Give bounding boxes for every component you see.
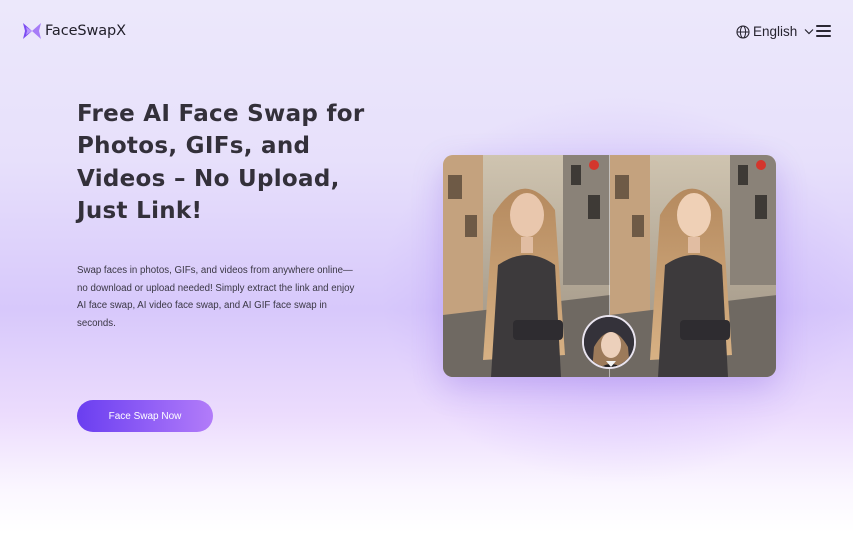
chevron-down-icon <box>804 29 814 35</box>
butterfly-logo-icon <box>23 23 41 39</box>
hamburger-menu-icon[interactable] <box>816 25 832 37</box>
hero-title: Free AI Face Swap for Photos, GIFs, and … <box>77 101 365 224</box>
face-swap-now-button[interactable]: Face Swap Now <box>77 400 213 432</box>
language-label: English <box>753 24 798 39</box>
menu-line <box>816 29 831 32</box>
menu-line <box>816 25 831 27</box>
site-header: FaceSwapX English <box>0 0 853 64</box>
brand-logo[interactable]: FaceSwapX <box>22 22 126 40</box>
hero-description: Swap faces in photos, GIFs, and videos f… <box>77 265 355 329</box>
face-swap-preview-image <box>443 155 776 377</box>
recording-indicator-icon <box>756 160 766 170</box>
source-face-thumbnail <box>582 315 636 369</box>
menu-line <box>816 34 831 37</box>
language-selector[interactable]: English <box>736 24 814 39</box>
globe-icon <box>736 24 750 39</box>
brand-name: FaceSwapX <box>45 23 126 39</box>
